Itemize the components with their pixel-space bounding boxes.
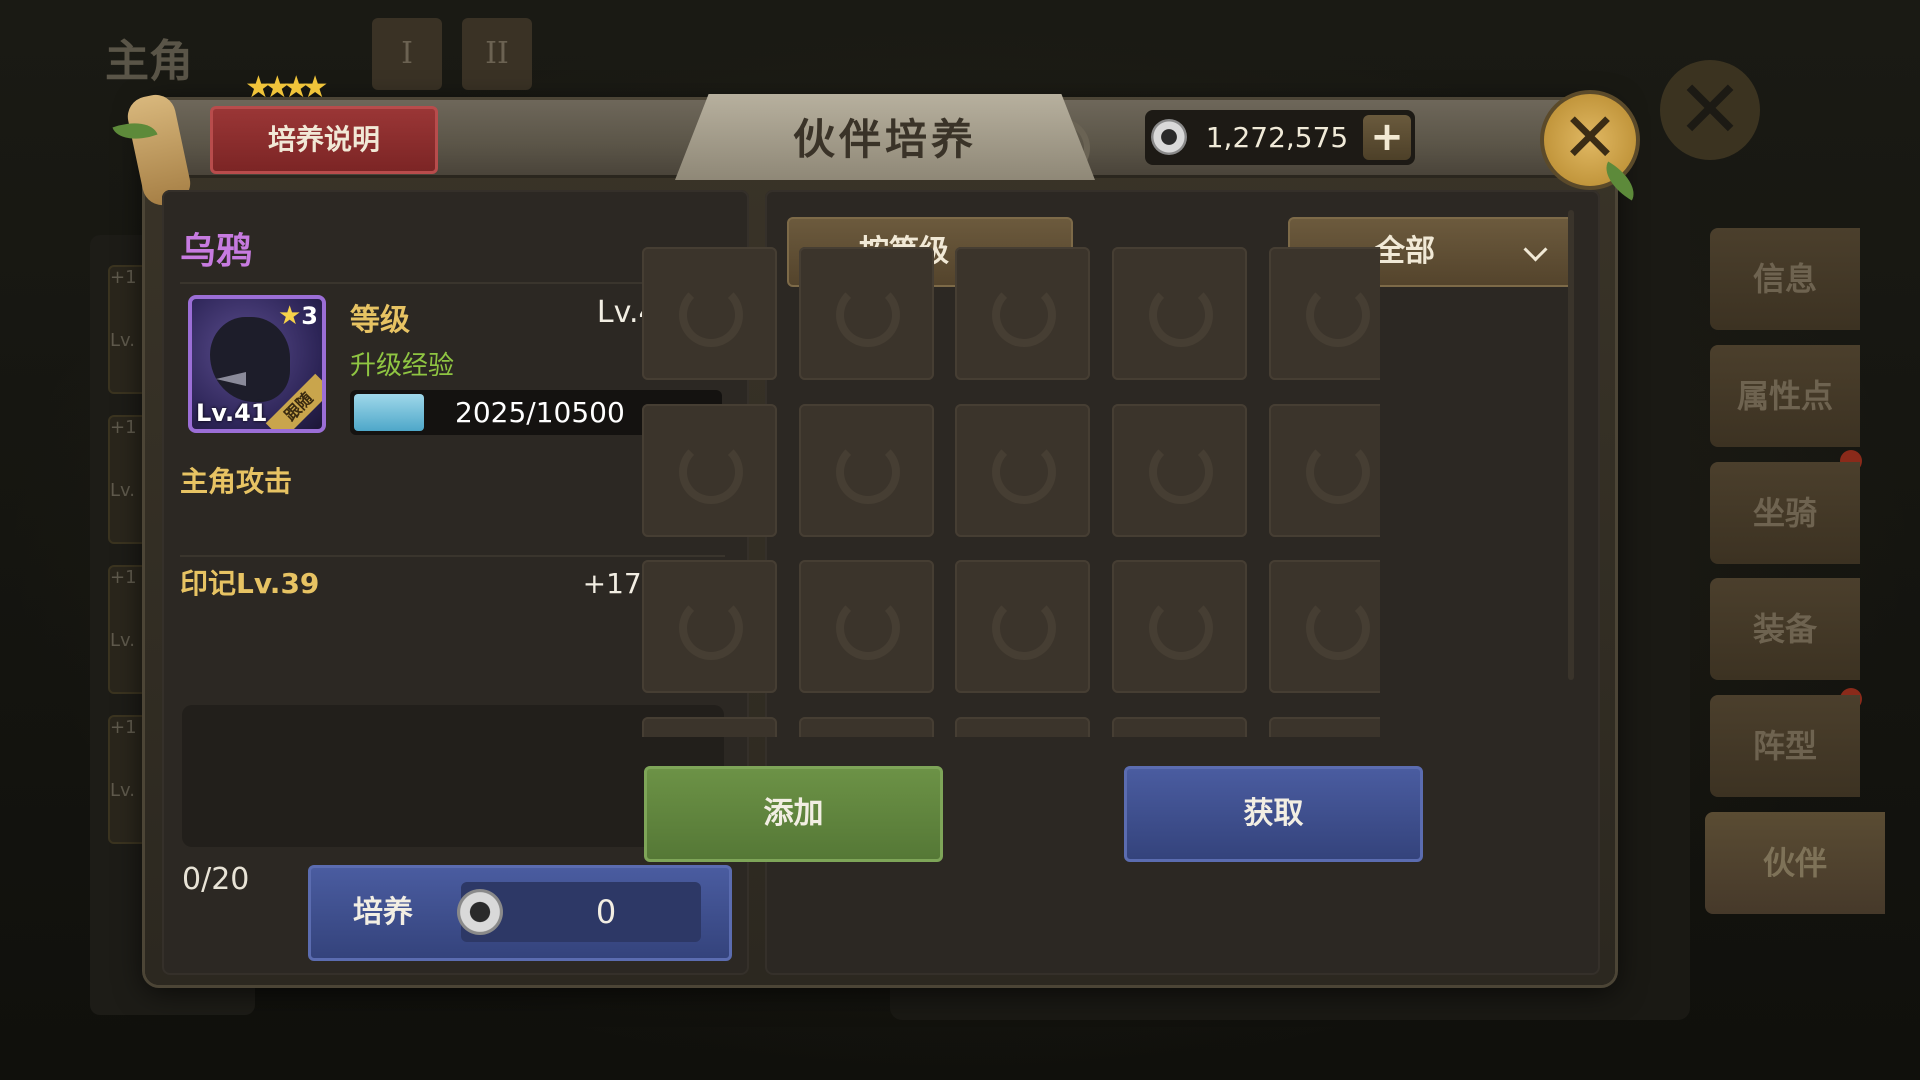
material-slot[interactable] xyxy=(955,404,1090,537)
dialog-title: 伙伴培养 xyxy=(792,115,977,164)
material-slot[interactable] xyxy=(642,247,777,380)
slot-emblem-icon xyxy=(836,440,900,504)
card-level: Lv. xyxy=(110,630,136,651)
material-slot[interactable] xyxy=(1269,247,1380,380)
material-slot[interactable] xyxy=(1269,404,1380,537)
star-rank: ★3 xyxy=(277,301,318,331)
material-slot[interactable] xyxy=(955,717,1090,737)
material-slot[interactable] xyxy=(1112,717,1247,737)
add-button[interactable]: 添加 xyxy=(644,766,943,862)
partner-cultivation-dialog: 伙伴培养 培养说明 ★★★★ 1,272,575 + ✕ 乌鸦 ★3 Lv.41… xyxy=(112,70,1643,985)
stars-decoration-icon: ★★★★ xyxy=(245,70,329,105)
slot-emblem-icon xyxy=(836,596,900,660)
material-slot[interactable] xyxy=(799,404,934,537)
material-grid[interactable] xyxy=(642,247,1380,737)
material-slot[interactable] xyxy=(1112,404,1247,537)
side-tab-partner: 伙伴 xyxy=(1705,812,1885,914)
card-plus: +1 xyxy=(110,267,137,288)
partner-name: 乌鸦 xyxy=(180,231,253,272)
material-slot[interactable] xyxy=(799,560,934,693)
side-tab-equipment: 装备 xyxy=(1710,578,1860,680)
card-level: Lv. xyxy=(110,330,136,351)
card-plus: +1 xyxy=(110,717,137,738)
material-slot[interactable] xyxy=(1269,717,1380,737)
cultivate-cost-value: 0 xyxy=(595,893,617,931)
stat-label: 主角攻击 xyxy=(180,465,293,498)
slot-emblem-icon xyxy=(1306,283,1370,347)
silver-coin-icon xyxy=(457,889,503,935)
slot-emblem-icon xyxy=(992,440,1056,504)
add-currency-button[interactable]: + xyxy=(1363,115,1411,160)
level-label: 等级 xyxy=(350,303,410,338)
slot-emblem-icon xyxy=(836,283,900,347)
portrait-level: Lv.41 xyxy=(196,399,268,427)
card-level: Lv. xyxy=(110,780,136,801)
material-slot[interactable] xyxy=(642,717,777,737)
grid-scrollbar[interactable] xyxy=(1568,210,1574,680)
silver-amount: 1,272,575 xyxy=(1205,121,1349,154)
side-tab-info: 信息 xyxy=(1710,228,1860,330)
slot-emblem-icon xyxy=(992,596,1056,660)
background-tab-2: II xyxy=(462,18,532,90)
material-slot[interactable] xyxy=(1269,560,1380,693)
crow-beak-icon xyxy=(216,372,246,386)
cultivation-help-button[interactable]: 培养说明 xyxy=(210,106,438,174)
material-slot[interactable] xyxy=(1112,247,1247,380)
cultivate-button[interactable]: 培养 0 xyxy=(308,865,732,961)
card-plus: +1 xyxy=(110,417,137,438)
feed-count: 0/20 xyxy=(182,862,250,897)
slot-emblem-icon xyxy=(1149,440,1213,504)
exp-label: 升级经验 xyxy=(350,351,455,381)
slot-emblem-icon xyxy=(1306,596,1370,660)
side-tab-attribute-points: 属性点 xyxy=(1710,345,1860,447)
slot-emblem-icon xyxy=(1149,283,1213,347)
star-count: 3 xyxy=(301,302,318,330)
exp-progress-fill xyxy=(354,394,424,431)
material-slot[interactable] xyxy=(642,560,777,693)
material-slot[interactable] xyxy=(1112,560,1247,693)
exp-progress-text: 2025/10500 xyxy=(455,396,625,429)
slot-emblem-icon xyxy=(1306,440,1370,504)
chevron-down-icon xyxy=(1523,237,1548,262)
material-slot[interactable] xyxy=(955,247,1090,380)
slot-emblem-icon xyxy=(1149,596,1213,660)
background-title: 主角 xyxy=(105,36,193,87)
side-tab-mount: 坐骑 xyxy=(1710,462,1860,564)
slot-emblem-icon xyxy=(679,440,743,504)
card-level: Lv. xyxy=(110,480,136,501)
slot-emblem-icon xyxy=(679,283,743,347)
game-scene: 主角 I II +1 Lv. +1 Lv. +1 Lv. +1 Lv. ✕ 信息… xyxy=(0,0,1920,1080)
silver-coin-icon xyxy=(1151,119,1187,155)
silver-currency-display: 1,272,575 + xyxy=(1145,110,1415,165)
material-slot[interactable] xyxy=(642,404,777,537)
side-tab-formation: 阵型 xyxy=(1710,695,1860,797)
slot-emblem-icon xyxy=(679,596,743,660)
mark-label: 印记Lv.39 xyxy=(180,567,320,600)
background-tab-1: I xyxy=(372,18,442,90)
material-slot[interactable] xyxy=(799,247,934,380)
cultivate-label: 培养 xyxy=(353,895,413,930)
cultivate-cost: 0 xyxy=(457,882,701,942)
material-slot[interactable] xyxy=(955,560,1090,693)
material-slot[interactable] xyxy=(799,717,934,737)
partner-portrait[interactable]: ★3 Lv.41 跟随 xyxy=(188,295,326,433)
get-button[interactable]: 获取 xyxy=(1124,766,1423,862)
background-close-icon: ✕ xyxy=(1660,60,1760,160)
card-plus: +1 xyxy=(110,567,137,588)
slot-emblem-icon xyxy=(992,283,1056,347)
